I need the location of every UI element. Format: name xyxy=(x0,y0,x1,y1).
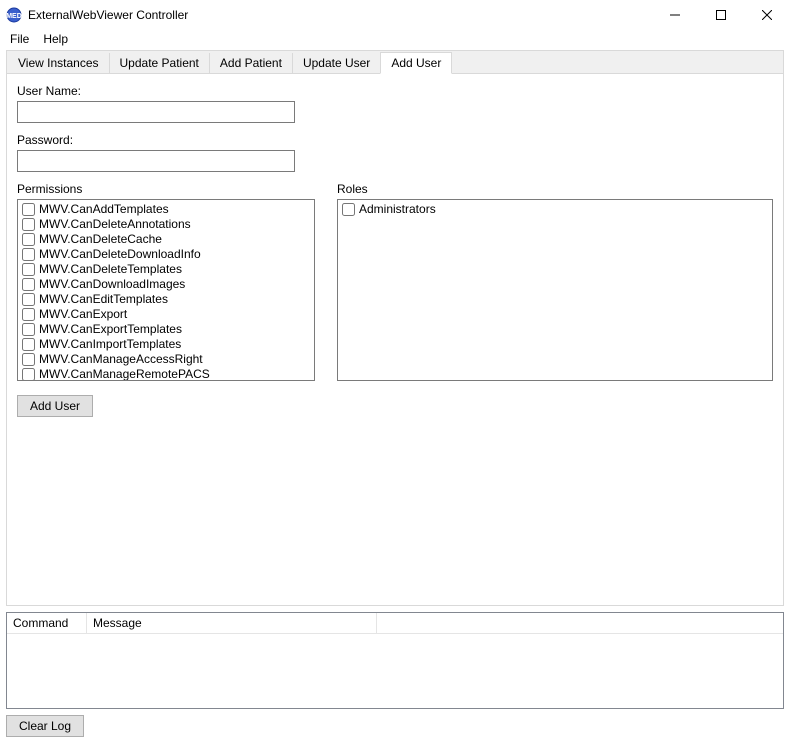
role-item[interactable]: Administrators xyxy=(340,202,770,217)
titlebar: MED ExternalWebViewer Controller xyxy=(0,0,790,30)
permission-label: MWV.CanAddTemplates xyxy=(39,202,169,217)
log-col-spacer xyxy=(377,613,783,633)
permission-item[interactable]: MWV.CanManageRemotePACS xyxy=(20,367,312,381)
permission-checkbox[interactable] xyxy=(22,218,35,231)
password-label: Password: xyxy=(17,133,773,147)
permission-label: MWV.CanExportTemplates xyxy=(39,322,182,337)
permission-checkbox[interactable] xyxy=(22,368,35,381)
permission-checkbox[interactable] xyxy=(22,293,35,306)
close-button[interactable] xyxy=(744,0,790,30)
tab-update-user[interactable]: Update User xyxy=(293,53,381,73)
permission-label: MWV.CanDownloadImages xyxy=(39,277,185,292)
permission-label: MWV.CanEditTemplates xyxy=(39,292,168,307)
log-header: Command Message xyxy=(7,613,783,634)
permissions-listbox[interactable]: MWV.CanAddTemplatesMWV.CanDeleteAnnotati… xyxy=(17,199,315,381)
permission-checkbox[interactable] xyxy=(22,248,35,261)
permission-checkbox[interactable] xyxy=(22,323,35,336)
permission-checkbox[interactable] xyxy=(22,308,35,321)
permission-checkbox[interactable] xyxy=(22,203,35,216)
permission-label: MWV.CanExport xyxy=(39,307,127,322)
permission-checkbox[interactable] xyxy=(22,278,35,291)
tab-view-instances[interactable]: View Instances xyxy=(8,53,110,73)
role-label: Administrators xyxy=(359,202,436,217)
menu-help[interactable]: Help xyxy=(43,32,68,46)
permission-label: MWV.CanManageRemotePACS xyxy=(39,367,210,381)
log-col-message[interactable]: Message xyxy=(87,613,377,633)
permission-item[interactable]: MWV.CanAddTemplates xyxy=(20,202,312,217)
permission-item[interactable]: MWV.CanManageAccessRight xyxy=(20,352,312,367)
maximize-button[interactable] xyxy=(698,0,744,30)
permission-item[interactable]: MWV.CanEditTemplates xyxy=(20,292,312,307)
permission-item[interactable]: MWV.CanDeleteCache xyxy=(20,232,312,247)
permission-label: MWV.CanDeleteAnnotations xyxy=(39,217,191,232)
minimize-button[interactable] xyxy=(652,0,698,30)
window-controls xyxy=(652,0,790,30)
tab-add-user[interactable]: Add User xyxy=(380,52,452,74)
permission-label: MWV.CanManageAccessRight xyxy=(39,352,203,367)
username-label: User Name: xyxy=(17,84,773,98)
permission-item[interactable]: MWV.CanExportTemplates xyxy=(20,322,312,337)
log-body[interactable] xyxy=(7,634,783,708)
log-col-command[interactable]: Command xyxy=(7,613,87,633)
svg-text:MED: MED xyxy=(6,13,22,20)
username-input[interactable] xyxy=(17,101,295,123)
permission-item[interactable]: MWV.CanExport xyxy=(20,307,312,322)
permission-item[interactable]: MWV.CanImportTemplates xyxy=(20,337,312,352)
permission-item[interactable]: MWV.CanDownloadImages xyxy=(20,277,312,292)
menubar: File Help xyxy=(0,30,790,50)
permission-checkbox[interactable] xyxy=(22,353,35,366)
roles-label: Roles xyxy=(337,182,773,196)
clear-log-button[interactable]: Clear Log xyxy=(6,715,84,737)
permission-item[interactable]: MWV.CanDeleteAnnotations xyxy=(20,217,312,232)
tab-update-patient[interactable]: Update Patient xyxy=(110,53,210,73)
permission-checkbox[interactable] xyxy=(22,338,35,351)
tab-add-patient[interactable]: Add Patient xyxy=(210,53,293,73)
add-user-button[interactable]: Add User xyxy=(17,395,93,417)
permission-checkbox[interactable] xyxy=(22,263,35,276)
permission-checkbox[interactable] xyxy=(22,233,35,246)
window-title: ExternalWebViewer Controller xyxy=(28,8,188,22)
tabpanel-add-user: User Name: Password: Permissions MWV.Can… xyxy=(6,73,784,606)
app-icon: MED xyxy=(6,7,22,23)
log-panel: Command Message xyxy=(6,612,784,709)
permission-item[interactable]: MWV.CanDeleteTemplates xyxy=(20,262,312,277)
role-checkbox[interactable] xyxy=(342,203,355,216)
menu-file[interactable]: File xyxy=(10,32,29,46)
permission-item[interactable]: MWV.CanDeleteDownloadInfo xyxy=(20,247,312,262)
password-input[interactable] xyxy=(17,150,295,172)
permission-label: MWV.CanDeleteDownloadInfo xyxy=(39,247,201,262)
permission-label: MWV.CanImportTemplates xyxy=(39,337,181,352)
roles-listbox[interactable]: Administrators xyxy=(337,199,773,381)
permission-label: MWV.CanDeleteTemplates xyxy=(39,262,182,277)
tabstrip: View Instances Update Patient Add Patien… xyxy=(6,50,784,73)
permissions-label: Permissions xyxy=(17,182,315,196)
permission-label: MWV.CanDeleteCache xyxy=(39,232,162,247)
